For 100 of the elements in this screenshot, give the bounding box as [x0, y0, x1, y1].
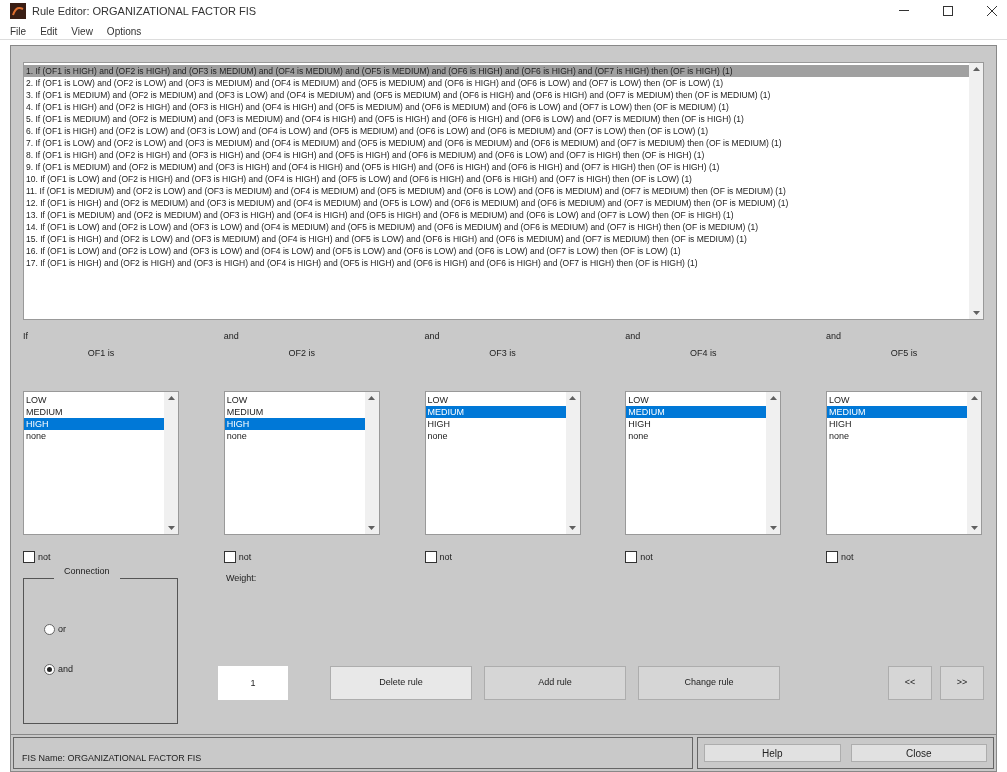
maximize-icon[interactable]	[943, 6, 953, 17]
not-checkbox[interactable]	[826, 551, 838, 564]
not-checkbox[interactable]	[23, 551, 35, 564]
rule-item[interactable]: 10. If (OF1 is LOW) and (OF2 is HIGH) and (OF3 is HIGH) and (OF4 is HIGH) and (OF5 is LOW) and (OF6 is HIGH) and (OF6 is HIGH) and (OF7 is HIGH) then (OF is LOW) (1)	[24, 172, 969, 185]
menu-item[interactable]: Options	[106, 23, 142, 39]
checkbox-label: not	[238, 550, 252, 564]
menu-item[interactable]: Edit	[40, 23, 58, 39]
rule-item[interactable]: 12. If (OF1 is HIGH) and (OF2 is MEDIUM) and (OF3 is MEDIUM) and (OF4 is MEDIUM) and (OF5 is LOW) and (OF6 is MEDIUM) and (OF6 is MEDIUM) and (OF7 is MEDIUM) then (OF is MEDIUM) (1)	[24, 196, 969, 209]
not-checkbox[interactable]	[424, 551, 437, 564]
connective-label: and	[223, 329, 239, 343]
scroll-up-icon[interactable]	[569, 395, 576, 400]
checkbox-label: not	[640, 550, 653, 564]
scroll-down-icon[interactable]	[970, 525, 978, 530]
list-item[interactable]: LOW	[425, 393, 566, 406]
list-item[interactable]: HIGH	[224, 417, 365, 430]
list-item[interactable]: LOW	[626, 393, 767, 406]
scroll-down-icon[interactable]	[368, 525, 376, 530]
list-item[interactable]: MEDIUM	[224, 405, 365, 418]
action-button[interactable]: Change rule	[638, 666, 780, 700]
listbox[interactable]: LOW MEDIUM HIGH none	[23, 390, 179, 535]
list-item[interactable]: MEDIUM	[626, 405, 767, 418]
rule-item[interactable]: 14. If (OF1 is LOW) and (OF2 is LOW) and (OF3 is LOW) and (OF4 is MEDIUM) and (OF5 is MEDIUM) and (OF6 is MEDIUM) and (OF6 is MEDIUM) and (OF7 is HIGH) then (OF is MEDIUM) (1)	[24, 220, 969, 233]
list-item[interactable]: HIGH	[24, 417, 164, 430]
list-item[interactable]: HIGH	[827, 417, 967, 430]
rule-item[interactable]: 2. If (OF1 is LOW) and (OF2 is LOW) and (OF3 is MEDIUM) and (OF4 is MEDIUM) and (OF5 is MEDIUM) and (OF6 is HIGH) and (OF6 is LOW) and (OF7 is LOW) then (OF is LOW) (1)	[24, 76, 969, 89]
window-title: Rule Editor: ORGANIZATIONAL FACTOR FIS	[32, 4, 257, 20]
list-item[interactable]: none	[24, 429, 164, 442]
input-label: OF3 is	[489, 347, 516, 360]
rule-list[interactable]	[23, 61, 984, 320]
list-item[interactable]: MEDIUM	[827, 405, 967, 418]
rule-item[interactable]: 11. If (OF1 is MEDIUM) and (OF2 is LOW) and (OF3 is MEDIUM) and (OF4 is MEDIUM) and (OF5 is MEDIUM) and (OF6 is LOW) and (OF6 is MEDIUM) and (OF7 is MEDIUM) then (OF is MEDIUM) (1)	[24, 184, 969, 197]
footer-button[interactable]: Help	[704, 744, 841, 762]
app-icon	[10, 3, 26, 20]
list-item[interactable]: none	[425, 429, 566, 442]
rule-item[interactable]: 15. If (OF1 is HIGH) and (OF2 is LOW) and (OF3 is MEDIUM) and (OF4 is HIGH) and (OF5 is LOW) and (OF6 is HIGH) and (OF6 is MEDIUM) and (OF7 is MEDIUM) then (OF is MEDIUM) (1)	[24, 232, 969, 245]
not-checkbox[interactable]	[625, 551, 638, 564]
list-item[interactable]: LOW	[224, 393, 365, 406]
scroll-up-icon[interactable]	[368, 395, 376, 400]
rule-item[interactable]: 9. If (OF1 is MEDIUM) and (OF2 is MEDIUM) and (OF3 is HIGH) and (OF4 is HIGH) and (OF5 is HIGH) and (OF6 is HIGH) and (OF6 is HIGH) and (OF7 is HIGH) then (OF is HIGH) (1)	[24, 160, 969, 173]
scrollbar[interactable]	[967, 391, 981, 534]
scrollbar[interactable]	[364, 391, 379, 534]
list-item[interactable]: none	[626, 429, 767, 442]
list-item[interactable]: LOW	[24, 393, 164, 406]
list-item[interactable]: MEDIUM	[24, 405, 164, 418]
menu-item[interactable]: View	[71, 23, 93, 39]
connective-label: and	[826, 329, 842, 343]
listbox[interactable]: LOW MEDIUM HIGH none	[424, 390, 581, 535]
radio-label: and	[58, 662, 74, 676]
rule-item[interactable]: 5. If (OF1 is MEDIUM) and (OF2 is MEDIUM) and (OF3 is MEDIUM) and (OF4 is HIGH) and (OF5 is HIGH) and (OF6 is HIGH) and (OF6 is LOW) and (OF7 is MEDIUM) then (OF is HIGH) (1)	[24, 112, 969, 125]
rule-item[interactable]: 17. If (OF1 is HIGH) and (OF2 is HIGH) and (OF3 is HIGH) and (OF4 is HIGH) and (OF5 is HIGH) and (OF6 is HIGH) and (OF6 is HIGH) and (OF7 is HIGH) then (OF is HIGH) (1)	[24, 256, 969, 269]
status-text: FIS Name: ORGANIZATIONAL FACTOR FIS	[22, 753, 202, 763]
scrollbar[interactable]	[969, 62, 983, 319]
nav-button[interactable]: >>	[940, 666, 984, 700]
rule-item[interactable]: 7. If (OF1 is LOW) and (OF2 is LOW) and (OF3 is MEDIUM) and (OF4 is MEDIUM) and (OF5 is MEDIUM) and (OF6 is MEDIUM) and (OF6 is MEDIUM) and (OF7 is MEDIUM) then (OF is MEDIUM) (1)	[24, 136, 969, 149]
nav-button[interactable]: <<	[888, 666, 932, 700]
action-button[interactable]: Delete rule	[330, 666, 472, 700]
connective-label: and	[625, 329, 641, 343]
radio-label: or	[58, 623, 66, 636]
scroll-down-icon[interactable]	[569, 525, 576, 530]
menu-item[interactable]: File	[10, 23, 27, 39]
close-icon[interactable]	[987, 6, 997, 17]
scroll-down-icon[interactable]	[972, 310, 980, 315]
action-button[interactable]: Add rule	[484, 666, 626, 700]
scrollbar[interactable]	[164, 391, 178, 534]
radio-button[interactable]	[44, 663, 55, 675]
rule-item[interactable]: 6. If (OF1 is HIGH) and (OF2 is LOW) and (OF3 is LOW) and (OF4 is LOW) and (OF5 is MEDIUM) and (OF6 is LOW) and (OF6 is MEDIUM) and (OF7 is LOW) then (OF is LOW) (1)	[24, 124, 969, 137]
weight-field[interactable]: 1	[218, 666, 288, 700]
minimize-icon[interactable]	[899, 10, 909, 13]
rule-item[interactable]: 4. If (OF1 is HIGH) and (OF2 is HIGH) and (OF3 is HIGH) and (OF4 is HIGH) and (OF5 is MEDIUM) and (OF6 is MEDIUM) and (OF6 is LOW) and (OF7 is LOW) then (OF is MEDIUM) (1)	[24, 100, 969, 113]
list-item[interactable]: LOW	[827, 393, 967, 406]
rule-item[interactable]: 3. If (OF1 is MEDIUM) and (OF2 is MEDIUM) and (OF3 is LOW) and (OF4 is MEDIUM) and (OF5 is MEDIUM) and (OF6 is HIGH) and (OF6 is HIGH) and (OF7 is MEDIUM) then (OF is MEDIUM) (1)	[24, 88, 969, 101]
checkbox-label: not	[841, 550, 854, 564]
list-item[interactable]: none	[827, 429, 967, 442]
scrollbar[interactable]	[565, 391, 580, 534]
listbox[interactable]: LOW MEDIUM HIGH none	[223, 390, 380, 535]
rule-item[interactable]: 16. If (OF1 is LOW) and (OF2 is LOW) and (OF3 is LOW) and (OF4 is LOW) and (OF5 is LOW) and (OF6 is LOW) and (OF6 is LOW) and (OF7 is LOW) then (OF is LOW) (1)	[24, 244, 969, 257]
listbox[interactable]: LOW MEDIUM HIGH none	[625, 390, 782, 535]
scroll-up-icon[interactable]	[972, 66, 980, 71]
listbox[interactable]: LOW MEDIUM HIGH none	[826, 390, 982, 535]
input-label: OF4 is	[690, 347, 717, 360]
scroll-up-icon[interactable]	[769, 395, 777, 400]
rule-item[interactable]: 13. If (OF1 is MEDIUM) and (OF2 is MEDIUM) and (OF3 is HIGH) and (OF4 is HIGH) and (OF5 is HIGH) and (OF6 is MEDIUM) and (OF6 is LOW) and (OF7 is LOW) then (OF is HIGH) (1)	[24, 208, 969, 221]
input-label: OF1 is	[87, 347, 115, 360]
footer-button[interactable]: Close	[850, 744, 987, 762]
list-item[interactable]: none	[224, 429, 365, 442]
scrollbar[interactable]	[766, 391, 781, 534]
list-item[interactable]: MEDIUM	[425, 405, 566, 418]
list-item[interactable]: HIGH	[425, 417, 566, 430]
connective-label: If	[23, 329, 28, 343]
scroll-up-icon[interactable]	[167, 395, 175, 400]
rule-item[interactable]: 8. If (OF1 is HIGH) and (OF2 is HIGH) and (OF3 is HIGH) and (OF4 is HIGH) and (OF5 is HIGH) and (OF6 is MEDIUM) and (OF6 is LOW) and (OF7 is HIGH) then (OF is HIGH) (1)	[24, 148, 969, 161]
list-item[interactable]: HIGH	[626, 417, 767, 430]
input-label: OF5 is	[890, 347, 918, 360]
input-label: OF2 is	[288, 347, 315, 360]
rule-item[interactable]: 1. If (OF1 is HIGH) and (OF2 is HIGH) and (OF3 is MEDIUM) and (OF4 is MEDIUM) and (OF5 is MEDIUM) and (OF6 is HIGH) and (OF6 is HIGH) and (OF7 is HIGH) then (OF is HIGH) (1)	[24, 64, 969, 77]
scroll-up-icon[interactable]	[970, 395, 978, 400]
scroll-down-icon[interactable]	[769, 525, 777, 530]
not-checkbox[interactable]	[223, 551, 236, 564]
radio-button[interactable]	[44, 624, 55, 636]
scroll-down-icon[interactable]	[167, 525, 175, 530]
